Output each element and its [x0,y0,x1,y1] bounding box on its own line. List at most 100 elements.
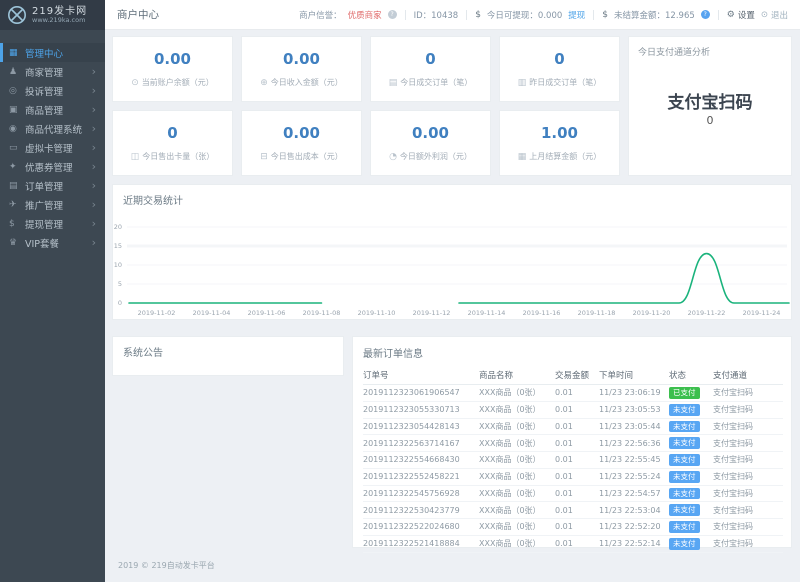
stat-value: 0 [554,50,564,68]
stat-label: 今日成交订单（笔） [400,77,472,88]
stat-label: 当前账户余额（元） [142,77,214,88]
chevron-right-icon: › [92,123,96,134]
withdrawable-amount: 今日可提现：0.000 [487,9,562,21]
sidebar-item-vip[interactable]: ♛VIP套餐› [0,233,105,252]
chart-title: 近期交易统计 [113,185,791,207]
profit-icon: ◔ [389,152,397,162]
table-row: 2019112322545756928XXX商品（0张）0.0111/23 22… [363,485,783,502]
sidebar-item-coupon[interactable]: ✦优惠券管理› [0,157,105,176]
payment-channel-panel: 今日支付通道分析 支付宝扫码 0 [628,36,792,176]
svg-text:2019-11-08: 2019-11-08 [303,309,341,317]
order-list-icon: ▤ [9,181,25,191]
orders-column-header: 下单时间 [599,366,669,385]
divider [593,10,594,20]
settlement-icon: ▦ [518,152,527,162]
topbar: 商户中心 商户信誉： 优质商家 ? ID：10438 $ 今日可提现：0.000… [105,0,800,30]
merchant-user-icon: ♟ [9,67,25,77]
logout-button[interactable]: ⊙退出 [761,9,788,21]
stat-card: 0.00 ⊙当前账户余额（元） [112,36,233,102]
chevron-right-icon: › [92,180,96,191]
stat-cards: 0.00⊙当前账户余额（元）0.00⊕今日收入金额（元）0▤今日成交订单（笔）0… [112,36,620,176]
payment-panel-title: 今日支付通道分析 [629,37,791,58]
sidebar-item-label: 管理中心 [25,46,96,60]
announcement-title: 系统公告 [113,337,343,359]
stat-card: 0.00⊕今日收入金额（元） [241,36,362,102]
brand-url: www.219ka.com [32,17,87,24]
reputation-value: 优质商家 [348,9,382,21]
sidebar-item-order[interactable]: ▤订单管理› [0,176,105,195]
promotion-plane-icon: ✈ [9,200,25,210]
sidebar-item-agent[interactable]: ◉商品代理系统› [0,119,105,138]
stat-value: 0.00 [154,50,191,68]
chevron-right-icon: › [92,161,96,172]
sidebar-item-merchant[interactable]: ♟商家管理› [0,62,105,81]
transactions-line-chart: 051015202019-11-022019-11-042019-11-0620… [113,211,791,323]
chevron-right-icon: › [92,85,96,96]
today-orders-icon: ▤ [389,78,398,88]
sidebar-item-product[interactable]: ▣商品管理› [0,100,105,119]
stat-label: 上月结算金额（元） [529,151,601,162]
stat-card: 1.00▦上月结算金额（元） [499,110,620,176]
sidebar-item-label: 提现管理 [25,217,92,231]
sidebar-item-label: 推广管理 [25,198,92,212]
reputation-label: 商户信誉： [299,9,342,21]
settings-button[interactable]: ⚙设置 [727,9,755,21]
merchant-id: ID：10438 [414,9,459,21]
yesterday-orders-icon: ▥ [518,78,527,88]
sidebar-item-label: 商家管理 [25,65,92,79]
stat-value: 0 [425,50,435,68]
cost-icon: ⊟ [260,152,268,162]
unsettled-help-icon[interactable]: ? [701,10,710,19]
agent-eye-icon: ◉ [9,124,25,134]
page-title: 商户中心 [117,7,159,22]
withdraw-dollar-icon: $ [9,219,25,229]
svg-text:2019-11-24: 2019-11-24 [743,309,781,317]
svg-text:5: 5 [118,280,122,288]
sidebar-item-label: 商品代理系统 [25,122,92,136]
globe-logo-icon [7,5,27,25]
chevron-right-icon: › [92,218,96,229]
complaint-target-icon: ◎ [9,86,25,96]
svg-text:2019-11-16: 2019-11-16 [523,309,561,317]
sidebar-item-label: 虚拟卡管理 [25,141,92,155]
withdraw-link[interactable]: 提现 [568,9,585,21]
reputation-help-icon[interactable]: ? [388,10,397,19]
sidebar-item-label: 订单管理 [25,179,92,193]
power-icon: ⊙ [761,10,768,20]
sidebar-item-complaint[interactable]: ◎投诉管理› [0,81,105,100]
orders-column-header: 状态 [669,366,713,385]
payment-channel-name: 支付宝扫码 [629,88,791,113]
table-row: 2019112322563714167XXX商品（0张）0.0111/23 22… [363,435,783,452]
sidebar-item-virtual-card[interactable]: ▭虚拟卡管理› [0,138,105,157]
svg-text:2019-11-20: 2019-11-20 [633,309,671,317]
table-row: 2019112323055330713XXX商品（0张）0.0111/23 23… [363,401,783,418]
chevron-right-icon: › [92,66,96,77]
svg-text:15: 15 [114,242,122,250]
status-badge: 未支付 [669,421,700,433]
stat-card: 0 ▤今日成交订单（笔） [370,36,491,102]
stat-label: 今日额外利润（元） [400,151,472,162]
sidebar-item-label: 投诉管理 [25,84,92,98]
stat-card: 0◫今日售出卡量（张） [112,110,233,176]
sidebar-item-label: 商品管理 [25,103,92,117]
sidebar-item-promotion[interactable]: ✈推广管理› [0,195,105,214]
status-badge: 未支付 [669,471,700,483]
announcement-panel: 系统公告 [112,336,344,376]
divider [405,10,406,20]
dashboard-icon: ▦ [9,48,25,58]
status-badge: 未支付 [669,488,700,500]
cards-sold-icon: ◫ [131,152,140,162]
orders-table: 订单号商品名称交易金额下单时间状态支付通道 201911232306190654… [363,366,783,553]
brand-logo: 219发卡网 www.219ka.com [0,0,105,30]
vip-crown-icon: ♛ [9,238,25,248]
status-badge: 未支付 [669,504,700,516]
virtual-card-icon: ▭ [9,143,25,153]
stat-value: 0.00 [412,124,449,142]
coupon-tag-icon: ✦ [9,162,25,172]
balance-icon: ⊙ [131,78,139,88]
divider [466,10,467,20]
sidebar-item-dashboard[interactable]: ▦管理中心 [0,43,105,62]
svg-text:2019-11-22: 2019-11-22 [688,309,726,317]
latest-orders-panel: 最新订单信息 订单号商品名称交易金额下单时间状态支付通道 20191123230… [352,336,792,548]
sidebar-item-withdraw[interactable]: $提现管理› [0,214,105,233]
